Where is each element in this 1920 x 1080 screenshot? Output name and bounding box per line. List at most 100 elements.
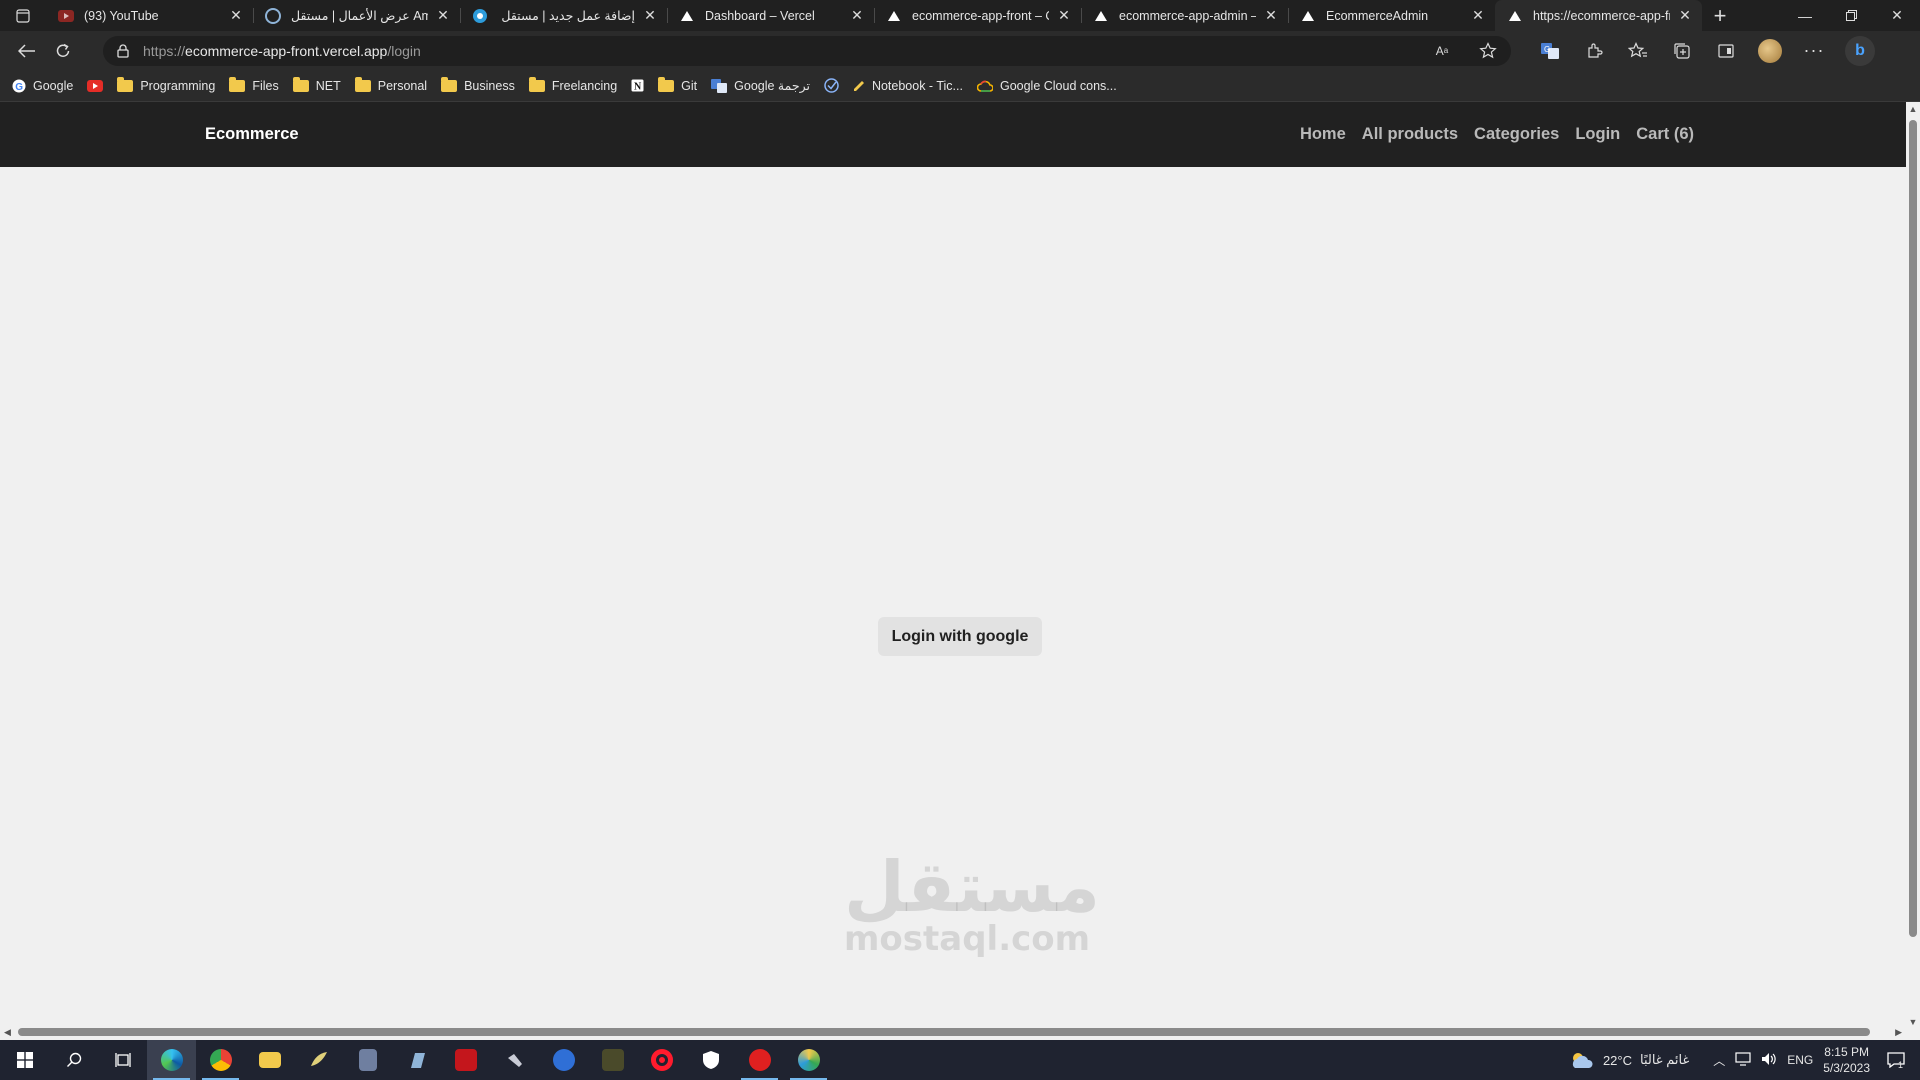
back-icon[interactable]: [9, 35, 45, 67]
address-bar[interactable]: https://ecommerce-app-front.vercel.app/l…: [103, 35, 1511, 66]
tools-icon: [507, 1054, 522, 1067]
browser-tab[interactable]: إضافة عمل جديد | مستقل ✕: [460, 0, 667, 31]
search-icon: [66, 1052, 81, 1067]
taskbar-app-blue[interactable]: [539, 1040, 588, 1080]
taskbar-opera[interactable]: [637, 1040, 686, 1080]
close-icon[interactable]: ✕: [641, 7, 659, 25]
bookmark-folder-personal[interactable]: Personal: [354, 76, 427, 93]
taskbar-notepad[interactable]: [392, 1040, 441, 1080]
search-button[interactable]: [49, 1040, 98, 1080]
taskbar-chrome[interactable]: [196, 1040, 245, 1080]
bookmark-folder-freelancing[interactable]: Freelancing: [528, 76, 617, 93]
collections-icon[interactable]: [1669, 38, 1695, 64]
browser-tab[interactable]: (93) YouTube ✕: [46, 0, 253, 31]
scroll-right-icon[interactable]: ▶: [1895, 1025, 1902, 1039]
bookmark-folder-business[interactable]: Business: [441, 76, 515, 93]
nav-link-categories[interactable]: Categories: [1474, 125, 1559, 144]
taskbar-app-tools[interactable]: [490, 1040, 539, 1080]
taskbar-file-explorer[interactable]: [245, 1040, 294, 1080]
weather-description: غائم غالبًا: [1640, 1052, 1690, 1067]
bookmark-youtube[interactable]: [87, 79, 104, 92]
input-language[interactable]: ENG: [1787, 1053, 1813, 1067]
more-options-icon[interactable]: ···: [1801, 38, 1827, 64]
refresh-icon[interactable]: [45, 35, 81, 67]
bookmark-ticktick[interactable]: [824, 78, 839, 93]
bookmark-folder-git[interactable]: Git: [658, 76, 697, 93]
nav-link-login[interactable]: Login: [1575, 125, 1620, 144]
taskbar-calculator[interactable]: [343, 1040, 392, 1080]
clock[interactable]: 8:15 PM 5/3/2023: [1823, 1044, 1870, 1076]
horizontal-scrollbar[interactable]: ◀ ▶: [0, 1025, 1906, 1039]
browser-tab[interactable]: EcommerceAdmin ✕: [1288, 0, 1495, 31]
nav-link-cart[interactable]: Cart (6): [1636, 125, 1694, 144]
minimize-icon[interactable]: —: [1782, 0, 1828, 31]
browser-tab[interactable]: Dashboard – Vercel ✕: [667, 0, 874, 31]
close-icon[interactable]: ✕: [1469, 7, 1487, 25]
profile-avatar[interactable]: [1757, 38, 1783, 64]
volume-icon[interactable]: [1761, 1052, 1777, 1069]
acrobat-icon: [454, 1049, 477, 1071]
close-icon[interactable]: ✕: [434, 7, 452, 25]
close-icon[interactable]: ✕: [227, 7, 245, 25]
folder-icon: [117, 76, 134, 92]
bookmark-notebook[interactable]: Notebook - Tic...: [853, 79, 963, 93]
nav-link-all-products[interactable]: All products: [1362, 125, 1458, 144]
window-controls: — ✕: [1782, 0, 1920, 31]
bing-chat-icon[interactable]: b: [1845, 35, 1875, 66]
mostaql-icon: [472, 8, 488, 24]
lock-icon[interactable]: [117, 43, 129, 58]
read-aloud-icon[interactable]: Aa: [1429, 38, 1455, 64]
nav-link-home[interactable]: Home: [1300, 125, 1346, 144]
restore-icon[interactable]: [1828, 0, 1874, 31]
taskbar-app-bird[interactable]: [294, 1040, 343, 1080]
bookmark-folder-programming[interactable]: Programming: [117, 76, 215, 93]
bookmark-folder-net[interactable]: NET: [292, 76, 341, 93]
browser-tab[interactable]: ecommerce-app-front – O ✕: [874, 0, 1081, 31]
bookmark-folder-files[interactable]: Files: [229, 76, 279, 93]
web-page: Ecommerce Home All products Categories L…: [0, 102, 1906, 1029]
browser-tab[interactable]: عرض الأعمال | مستقل Amer ✕: [253, 0, 460, 31]
extensions-icon[interactable]: [1581, 38, 1607, 64]
scroll-up-icon[interactable]: ▲: [1906, 104, 1920, 114]
bookmark-notion[interactable]: N: [631, 79, 644, 92]
system-tray: 22°C غائم غالبًا ︿ ENG 8:15 PM 5/3/2023 …: [1569, 1044, 1920, 1076]
tab-actions-icon[interactable]: [0, 0, 46, 31]
taskbar-app-c[interactable]: [735, 1040, 784, 1080]
browser-tab-active[interactable]: https://ecommerce-app-fr ✕: [1495, 0, 1702, 31]
taskbar-app-fix[interactable]: [588, 1040, 637, 1080]
login-with-google-button[interactable]: Login with google: [878, 617, 1042, 656]
task-view-button[interactable]: [98, 1040, 147, 1080]
bookmark-google-cloud[interactable]: Google Cloud cons...: [976, 78, 1117, 93]
browser-essentials-icon[interactable]: [1713, 38, 1739, 64]
taskbar-acrobat[interactable]: [441, 1040, 490, 1080]
bookmark-google-translate[interactable]: Google ترجمة: [711, 78, 810, 93]
vertical-scrollbar[interactable]: ▲ ▼: [1906, 102, 1920, 1029]
taskbar-app-globe[interactable]: [784, 1040, 833, 1080]
favorites-icon[interactable]: [1625, 38, 1651, 64]
start-button[interactable]: [0, 1040, 49, 1080]
bookmark-google[interactable]: G Google: [12, 79, 73, 93]
scroll-left-icon[interactable]: ◀: [4, 1025, 11, 1039]
vertical-scroll-thumb[interactable]: [1909, 120, 1917, 937]
taskbar-edge[interactable]: [147, 1040, 196, 1080]
weather-widget[interactable]: 22°C غائم غالبًا: [1569, 1050, 1689, 1070]
opera-icon: [650, 1049, 673, 1071]
notification-center-icon[interactable]: 1: [1880, 1045, 1910, 1075]
close-window-icon[interactable]: ✕: [1874, 0, 1920, 31]
bookmark-label: Google Cloud cons...: [999, 78, 1117, 93]
close-icon[interactable]: ✕: [1676, 7, 1694, 25]
network-icon[interactable]: [1735, 1051, 1751, 1069]
translate-icon[interactable]: G: [1537, 38, 1563, 64]
close-icon[interactable]: ✕: [1055, 7, 1073, 25]
site-brand-link[interactable]: Ecommerce: [205, 125, 299, 144]
close-icon[interactable]: ✕: [848, 7, 866, 25]
browser-tab[interactable]: ecommerce-app-admin – ( ✕: [1081, 0, 1288, 31]
taskbar-security[interactable]: [686, 1040, 735, 1080]
new-tab-button[interactable]: +: [1702, 0, 1738, 31]
tab-title: EcommerceAdmin: [1326, 8, 1429, 23]
close-icon[interactable]: ✕: [1262, 7, 1280, 25]
scroll-down-icon[interactable]: ▼: [1906, 1017, 1920, 1027]
chevron-up-icon[interactable]: ︿: [1713, 1052, 1725, 1069]
add-favorite-icon[interactable]: [1475, 38, 1501, 64]
horizontal-scroll-thumb[interactable]: [18, 1028, 1870, 1036]
